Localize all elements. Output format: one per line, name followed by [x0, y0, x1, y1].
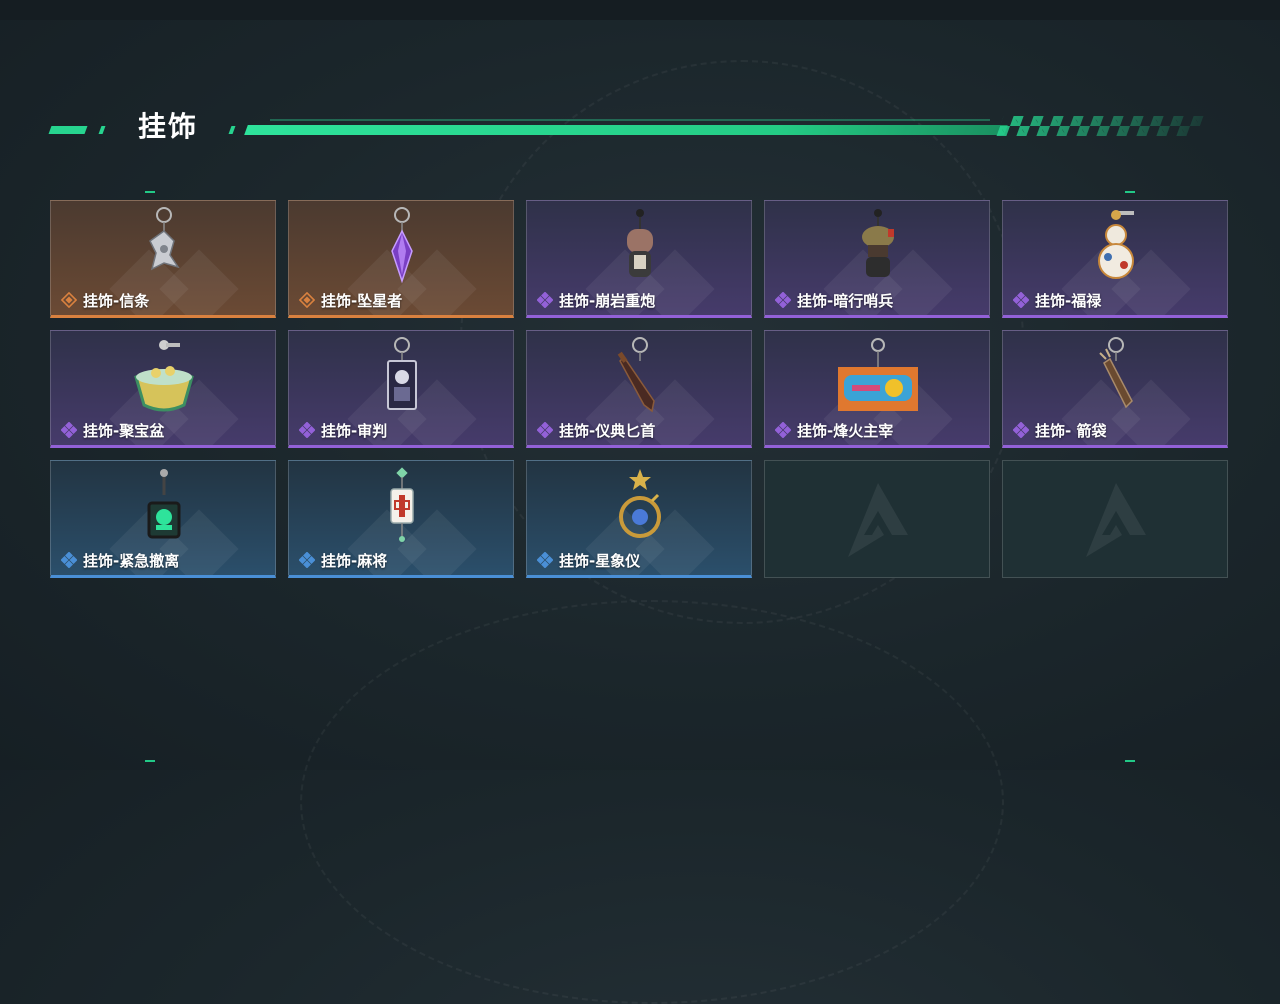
corner-mark	[1125, 760, 1135, 762]
header-accent-dash	[48, 126, 88, 134]
card-label: 挂饰-麻将	[298, 551, 388, 570]
pendant-name: 挂饰-烽火主宰	[797, 421, 894, 440]
pendant-card[interactable]: 挂饰-麻将	[288, 460, 514, 578]
header-checker-pattern	[996, 116, 1204, 136]
rarity-tiles-icon	[774, 291, 792, 309]
pendant-name: 挂饰-暗行哨兵	[797, 291, 894, 310]
rarity-tiles-icon	[298, 551, 316, 569]
pendant-card[interactable]: 挂饰-福禄	[1002, 200, 1228, 318]
card-label: 挂饰-聚宝盆	[60, 421, 165, 440]
pendant-name: 挂饰- 箭袋	[1035, 421, 1107, 440]
section-header: 挂饰	[48, 110, 1210, 150]
card-label: 挂饰-紧急撤离	[60, 551, 180, 570]
rarity-tiles-icon	[1012, 421, 1030, 439]
item-grid: 挂饰-信条 挂饰-坠星者 挂饰-崩岩重炮 挂饰-暗行哨兵 挂饰-福禄挂饰-聚宝盆 挂饰-审…	[50, 200, 1230, 580]
pendant-card[interactable]: 挂饰-仪典匕首	[526, 330, 752, 448]
rarity-tiles-icon	[60, 551, 78, 569]
rarity-tiles-icon	[536, 291, 554, 309]
rarity-tiles-icon	[536, 421, 554, 439]
corner-mark	[1125, 191, 1135, 193]
pendant-card[interactable]: 挂饰-坠星者	[288, 200, 514, 318]
corner-mark	[145, 760, 155, 762]
pendant-name: 挂饰-福禄	[1035, 291, 1102, 310]
pendant-card[interactable]: 挂饰-暗行哨兵	[764, 200, 990, 318]
pendant-card[interactable]: 挂饰-聚宝盆	[50, 330, 276, 448]
pendant-card[interactable]: 挂饰-审判	[288, 330, 514, 448]
card-label: 挂饰-烽火主宰	[774, 421, 894, 440]
card-label: 挂饰-审判	[298, 421, 388, 440]
rarity-diamond-icon	[298, 291, 316, 309]
rarity-tiles-icon	[60, 421, 78, 439]
rarity-tiles-icon	[536, 551, 554, 569]
section-title: 挂饰	[138, 110, 199, 143]
card-label: 挂饰-暗行哨兵	[774, 291, 894, 310]
pendant-name: 挂饰-崩岩重炮	[559, 291, 656, 310]
rarity-tiles-icon	[298, 421, 316, 439]
pendant-card[interactable]: 挂饰-星象仪	[526, 460, 752, 578]
rarity-diamond-icon	[60, 291, 78, 309]
pendant-card[interactable]: 挂饰- 箭袋	[1002, 330, 1228, 448]
card-label: 挂饰- 箭袋	[1012, 421, 1107, 440]
pendant-card[interactable]: 挂饰-信条	[50, 200, 276, 318]
header-accent-dash	[98, 126, 106, 134]
empty-slot	[764, 460, 990, 578]
pendant-name: 挂饰-紧急撤离	[83, 551, 180, 570]
corner-mark	[145, 191, 155, 193]
pendant-name: 挂饰-麻将	[321, 551, 388, 570]
empty-slot	[1002, 460, 1228, 578]
card-label: 挂饰-仪典匕首	[536, 421, 656, 440]
pendant-name: 挂饰-仪典匕首	[559, 421, 656, 440]
header-accent-dash	[228, 126, 236, 134]
card-label: 挂饰-星象仪	[536, 551, 641, 570]
card-label: 挂饰-崩岩重炮	[536, 291, 656, 310]
pendant-name: 挂饰-星象仪	[559, 551, 641, 570]
card-label: 挂饰-坠星者	[298, 291, 403, 310]
rarity-tiles-icon	[1012, 291, 1030, 309]
pendant-name: 挂饰-审判	[321, 421, 388, 440]
card-label: 挂饰-福禄	[1012, 291, 1102, 310]
header-thin-line	[270, 119, 990, 121]
pendant-name: 挂饰-坠星者	[321, 291, 403, 310]
header-accent-bar	[244, 125, 1008, 135]
pendant-name: 挂饰-聚宝盆	[83, 421, 165, 440]
rarity-tiles-icon	[774, 421, 792, 439]
top-band	[0, 0, 1280, 20]
pendant-card[interactable]: 挂饰-崩岩重炮	[526, 200, 752, 318]
background-arc-decoration	[300, 600, 1004, 1004]
pendant-card[interactable]: 挂饰-烽火主宰	[764, 330, 990, 448]
pendant-card[interactable]: 挂饰-紧急撤离	[50, 460, 276, 578]
card-label: 挂饰-信条	[60, 291, 150, 310]
pendant-name: 挂饰-信条	[83, 291, 150, 310]
